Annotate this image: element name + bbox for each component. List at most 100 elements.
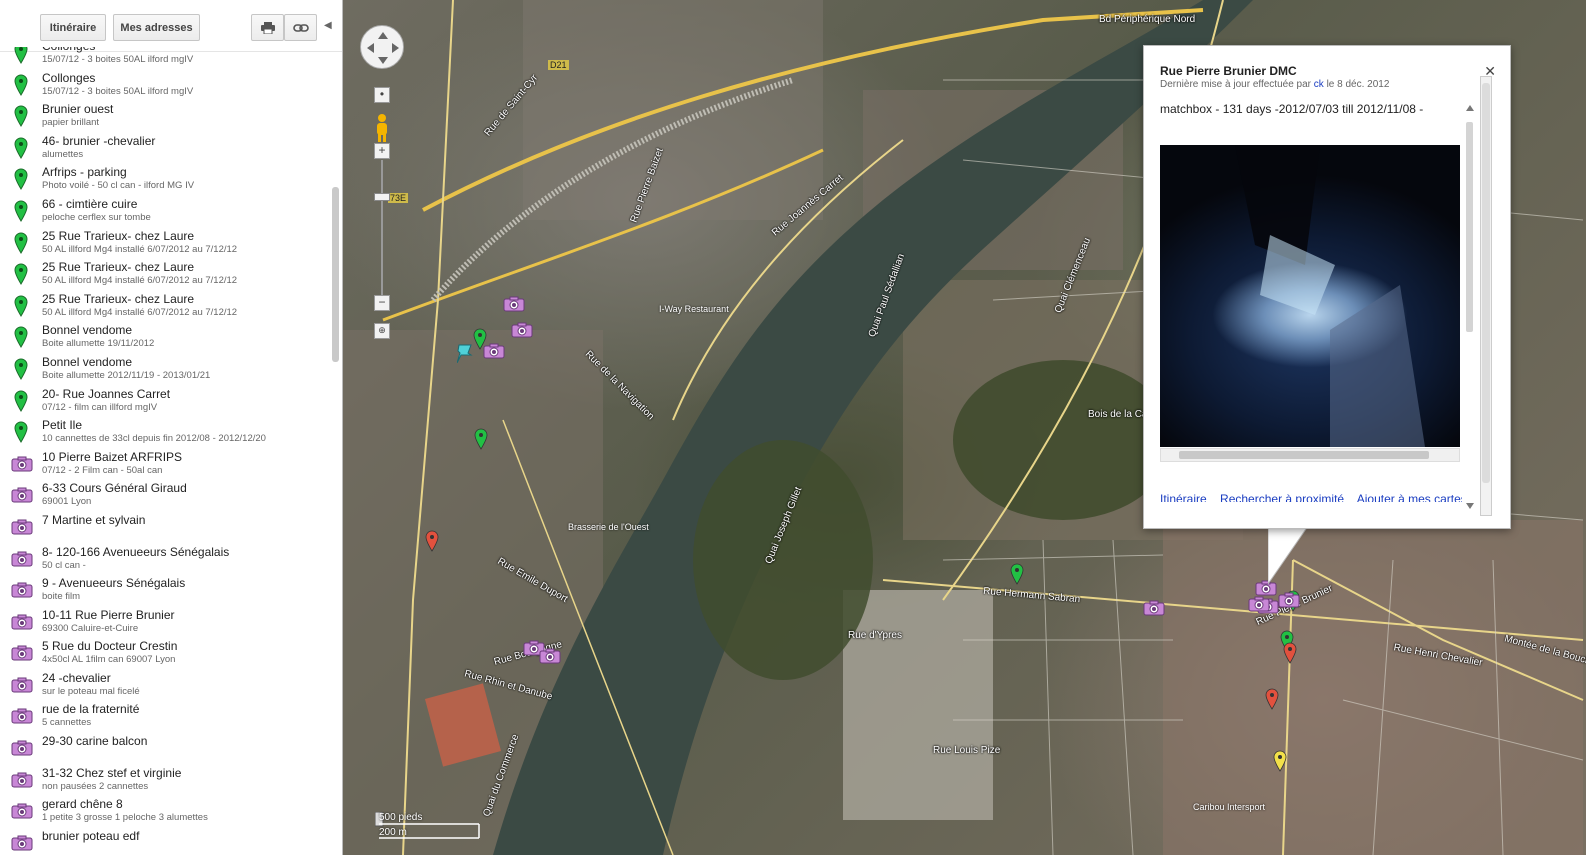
list-item-title[interactable]: 24 -chevalier <box>42 671 330 686</box>
green-marker-icon[interactable] <box>14 47 28 64</box>
infowindow-hscroll[interactable] <box>1160 448 1460 462</box>
pan-control[interactable] <box>360 25 404 69</box>
list-item[interactable]: Bonnel vendome Boite allumette 2012/11/19… <box>0 355 330 387</box>
list-item[interactable]: gerard chêne 81 petite 3 grosse 1 peloch… <box>0 797 330 829</box>
camera-icon[interactable] <box>11 645 33 661</box>
green-marker-icon[interactable] <box>14 74 28 96</box>
camera-icon[interactable] <box>11 582 33 598</box>
list-item[interactable]: 25 Rue Trarieux- chez Laure 50 AL illford… <box>0 260 330 292</box>
green-marker-icon[interactable] <box>14 105 28 128</box>
green-marker-icon[interactable] <box>1010 563 1024 585</box>
list-item[interactable]: 46- brunier -chevalier alumettes <box>0 134 330 166</box>
list-item[interactable]: brunier poteau edf <box>0 829 330 855</box>
red-marker-icon[interactable] <box>425 530 439 552</box>
print-button[interactable] <box>251 14 284 41</box>
list-item[interactable]: 10 Pierre Baizet ARFRIPS 07/12 - 2 Film c… <box>0 450 330 482</box>
green-marker-icon[interactable] <box>14 326 28 349</box>
list-item[interactable]: 24 -chevalier sur le poteau mal ficelé <box>0 671 330 703</box>
list-item-title[interactable]: 25 Rue Trarieux- chez Laure <box>42 229 330 244</box>
list-item-title[interactable]: 25 Rue Trarieux- chez Laure <box>42 292 330 307</box>
add-to-maps-link[interactable]: Ajouter à mes cartes <box>1357 492 1462 502</box>
sidebar-scrollbar[interactable] <box>330 52 342 855</box>
infowindow-outer-scrollbar[interactable] <box>1480 76 1492 516</box>
yellow-marker-icon[interactable] <box>1273 750 1287 772</box>
list-item-title[interactable]: 5 Rue du Docteur Crestin <box>42 639 330 654</box>
itineraire-button[interactable]: Itinéraire <box>40 14 106 41</box>
pegman-icon[interactable] <box>373 113 391 143</box>
list-item[interactable]: 9 - Avenueeurs Sénégalais boite film <box>0 576 330 608</box>
green-marker-icon[interactable] <box>14 295 28 317</box>
list-item-title[interactable]: Collonges <box>42 47 330 54</box>
itineraire-link[interactable]: Itinéraire <box>1160 492 1207 502</box>
list-item-title[interactable]: Collonges <box>42 71 330 86</box>
list-item[interactable]: Collonges15/07/12 - 3 boites 50AL ilford… <box>0 71 330 103</box>
list-item-title[interactable]: gerard chêne 8 <box>42 797 330 812</box>
camera-icon[interactable] <box>11 487 33 503</box>
list-item-title[interactable]: 10-11 Rue Pierre Brunier <box>42 608 330 623</box>
list-item[interactable]: 25 Rue Trarieux- chez Laure 50 AL illford… <box>0 292 330 324</box>
camera-icon[interactable] <box>11 740 33 756</box>
zoom-slider-track[interactable] <box>381 160 383 295</box>
camera-icon[interactable] <box>11 835 33 851</box>
map-canvas[interactable]: Bd Périphérique Nord Rue de Saint-Cyr Ru… <box>343 0 1586 855</box>
camera-marker-icon[interactable] <box>1278 592 1304 612</box>
camera-icon[interactable] <box>11 708 33 724</box>
camera-marker-icon[interactable] <box>483 343 509 363</box>
list-item[interactable]: Petit Ile 10 cannettes de 33cl depuis fin… <box>0 418 330 450</box>
pushpin-marker-icon[interactable] <box>456 343 473 365</box>
zoom-in-button[interactable]: + <box>374 143 390 159</box>
list-item[interactable]: Brunier ouest papier brillant <box>0 102 330 134</box>
green-marker-icon[interactable] <box>14 421 28 444</box>
list-item[interactable]: 29-30 carine balcon <box>0 734 330 766</box>
list-item-title[interactable]: 10 Pierre Baizet ARFRIPS <box>42 450 330 465</box>
green-marker-icon[interactable] <box>14 168 28 191</box>
list-item[interactable]: 5 Rue du Docteur Crestin 4x50cl AL 1film … <box>0 639 330 671</box>
link-button[interactable] <box>284 14 317 41</box>
camera-icon[interactable] <box>11 803 33 819</box>
camera-icon[interactable] <box>11 456 33 472</box>
infowindow-outer-scroll-thumb[interactable] <box>1482 83 1490 483</box>
list-item[interactable]: 20- Rue Joannes Carret 07/12 - film can i… <box>0 387 330 419</box>
list-item[interactable]: 6-33 Cours Général Giraud 69001 Lyon <box>0 481 330 513</box>
list-item-title[interactable]: 29-30 carine balcon <box>42 734 330 749</box>
green-marker-icon[interactable] <box>14 200 28 222</box>
list-item-title[interactable]: 9 - Avenueeurs Sénégalais <box>42 576 330 591</box>
camera-icon[interactable] <box>11 551 33 567</box>
green-marker-icon[interactable] <box>14 358 28 380</box>
mes-adresses-button[interactable]: Mes adresses <box>113 14 200 41</box>
list-item[interactable]: 8- 120-166 Avenueeurs Sénégalais 50 cl ca… <box>0 545 330 577</box>
list-item[interactable]: Collonges15/07/12 - 3 boites 50AL ilford… <box>0 47 330 71</box>
list-item-title[interactable]: 31-32 Chez stef et virginie <box>42 766 330 781</box>
camera-marker-icon[interactable] <box>503 296 529 316</box>
list-item[interactable]: 7 Martine et sylvain <box>0 513 330 545</box>
camera-marker-icon[interactable] <box>539 648 565 668</box>
camera-marker-icon[interactable] <box>1248 596 1274 616</box>
list-item-title[interactable]: Petit Ile <box>42 418 330 433</box>
camera-icon[interactable] <box>11 772 33 788</box>
red-marker-icon[interactable] <box>1283 642 1297 664</box>
green-marker-icon[interactable] <box>14 263 28 286</box>
zoom-out-button[interactable]: − <box>374 295 390 311</box>
list-item-title[interactable]: 7 Martine et sylvain <box>42 513 330 528</box>
camera-marker-icon[interactable] <box>511 322 537 342</box>
green-marker-icon[interactable] <box>14 390 28 412</box>
list-item[interactable]: 31-32 Chez stef et virginie non pausées 2… <box>0 766 330 798</box>
list-item[interactable]: 10-11 Rue Pierre Brunier 69300 Caluire-et… <box>0 608 330 640</box>
green-marker-icon[interactable] <box>474 428 488 450</box>
list-item-title[interactable]: Bonnel vendome <box>42 355 330 370</box>
infowindow-inner-scrollbar[interactable] <box>1464 102 1476 512</box>
list-item-title[interactable]: 8- 120-166 Avenueeurs Sénégalais <box>42 545 330 560</box>
list-item[interactable]: 66 - cimtière cuire peloche cerflex sur t… <box>0 197 330 229</box>
sidebar-scroll-thumb[interactable] <box>332 187 339 362</box>
zoom-reset-button[interactable]: • <box>374 87 390 103</box>
list-item-title[interactable]: 25 Rue Trarieux- chez Laure <box>42 260 330 275</box>
infowindow-photo[interactable] <box>1160 145 1460 447</box>
list-item-title[interactable]: 20- Rue Joannes Carret <box>42 387 330 402</box>
red-marker-icon[interactable] <box>1265 688 1279 710</box>
camera-marker-icon[interactable] <box>1143 600 1169 620</box>
list-item-title[interactable]: Brunier ouest <box>42 102 330 117</box>
infowindow-hscroll-thumb[interactable] <box>1179 451 1429 459</box>
list-item-title[interactable]: Arfrips - parking <box>42 165 330 180</box>
list-item-title[interactable]: 46- brunier -chevalier <box>42 134 330 149</box>
green-marker-icon[interactable] <box>14 137 28 159</box>
